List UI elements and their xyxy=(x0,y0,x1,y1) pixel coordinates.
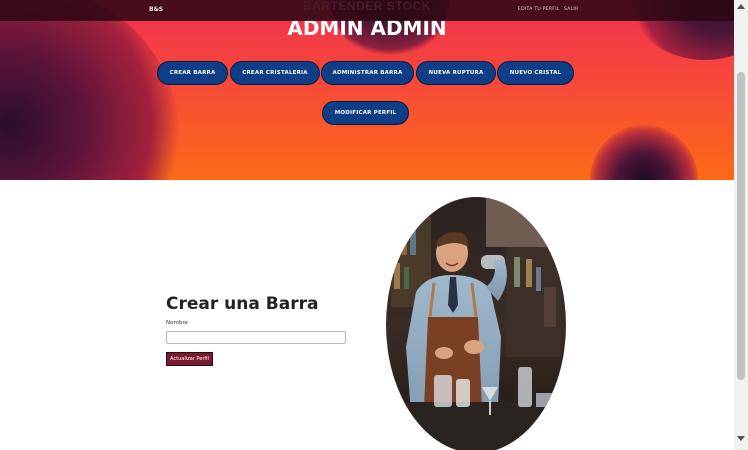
nuevo-cristal-button[interactable]: NUEVO CRISTAL xyxy=(497,61,574,85)
name-label: Nombre xyxy=(166,320,188,326)
brand-title: BARTENDER STOCK xyxy=(303,0,431,13)
scroll-up-icon[interactable] xyxy=(737,4,745,9)
form-title: Crear una Barra xyxy=(166,294,319,314)
modificar-perfil-button[interactable]: MODIFICAR PERFIL xyxy=(322,101,409,125)
nav-logout-link[interactable]: SALIR xyxy=(564,7,578,12)
crear-barra-button[interactable]: CREAR BARRA xyxy=(157,61,228,85)
administrar-barra-button[interactable]: ADMINISTRAR BARRA xyxy=(321,61,414,85)
nav-edit-profile-link[interactable]: EDITA TU PERFIL xyxy=(518,7,560,12)
name-input[interactable] xyxy=(166,331,346,344)
bartender-photo xyxy=(386,197,566,450)
crear-cristaleria-button[interactable]: CREAR CRISTALERIA xyxy=(230,61,320,85)
decorative-orb xyxy=(590,125,698,180)
scroll-thumb[interactable] xyxy=(737,72,745,380)
submit-button[interactable]: Actualizar Perfil xyxy=(166,352,213,366)
vertical-scrollbar[interactable] xyxy=(734,0,748,450)
scroll-down-icon[interactable] xyxy=(737,436,745,441)
bartender-image xyxy=(386,197,566,450)
top-navbar: B&S BARTENDER STOCK EDITA TU PERFIL SALI… xyxy=(0,0,734,21)
hero-banner: ADMIN ADMIN CREAR BARRA CREAR CRISTALERI… xyxy=(0,0,734,180)
nueva-ruptura-button[interactable]: NUEVA RUPTURA xyxy=(416,61,496,85)
